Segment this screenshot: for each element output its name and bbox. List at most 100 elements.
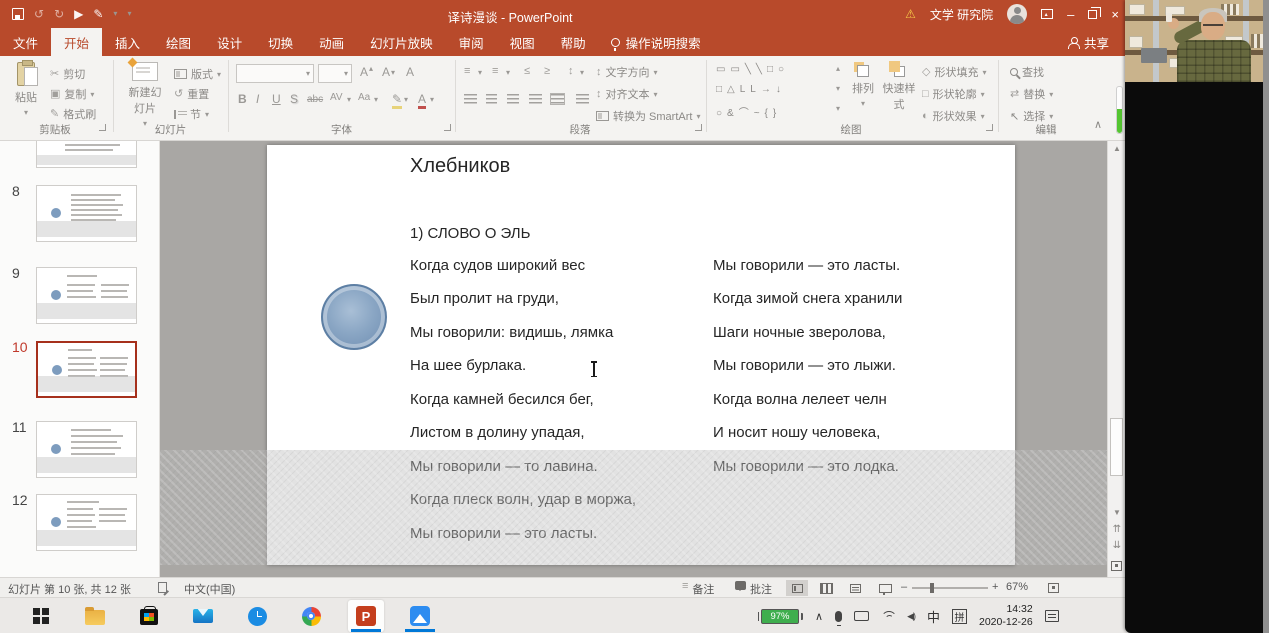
tab-review[interactable]: 审阅	[446, 28, 497, 56]
poem-line[interactable]: Шаги ночные зверолова,	[713, 324, 886, 341]
battery-indicator[interactable]: 97%	[752, 608, 803, 624]
speaker-icon[interactable]: ◀)	[907, 611, 916, 622]
slide-thumbnail-8[interactable]	[36, 185, 137, 242]
highlight-button[interactable]: ✎	[392, 92, 403, 109]
share-button[interactable]: 共享	[1067, 28, 1109, 56]
text-shadow-button[interactable]: S	[290, 92, 298, 106]
file-explorer-button[interactable]	[82, 603, 108, 629]
pen-tablet-icon[interactable]	[854, 611, 870, 621]
find-button[interactable]: 查找	[1010, 64, 1044, 80]
arrange-button[interactable]: 排列 ▾	[848, 60, 878, 108]
overlay-scrollbar[interactable]	[1116, 86, 1123, 134]
language-indicator[interactable]: 中文(中国)	[184, 581, 235, 597]
next-slide-icon[interactable]: ⇊	[1108, 541, 1126, 551]
scrollbar-thumb[interactable]	[1110, 418, 1123, 476]
poem-line[interactable]: И носит ношу человека,	[713, 424, 880, 441]
tab-help[interactable]: 帮助	[548, 28, 599, 56]
poem-line[interactable]: Был пролит на груди,	[410, 290, 559, 307]
avatar[interactable]	[1007, 4, 1028, 24]
slide-thumbnail-12[interactable]	[36, 494, 137, 551]
ribbon-display-options-icon[interactable]	[1041, 9, 1054, 19]
numbering-icon[interactable]: ≡	[492, 66, 498, 77]
slide-thumbnail-11[interactable]	[36, 421, 137, 478]
redo-icon[interactable]: ↻	[54, 8, 64, 20]
copy-button[interactable]: ▣ 复制 ▾	[50, 86, 94, 102]
shrink-font-button[interactable]: A	[382, 65, 390, 79]
tab-slideshow[interactable]: 幻灯片放映	[357, 28, 446, 56]
poem-line[interactable]: Листом в долину упадая,	[410, 424, 585, 441]
meeting-app-button[interactable]	[407, 603, 433, 629]
collapse-ribbon-icon[interactable]: ∧	[1094, 118, 1102, 131]
ime-language-indicator[interactable]: 中	[927, 607, 940, 626]
change-case-button[interactable]: Aa	[358, 92, 370, 103]
zoom-level[interactable]: 67%	[1006, 581, 1028, 593]
start-slideshow-icon[interactable]: ▶	[74, 8, 83, 20]
decrease-indent-icon[interactable]: ≤	[524, 66, 530, 77]
start-button[interactable]	[28, 603, 54, 629]
text-direction-button[interactable]: ↕ 文字方向 ▾	[596, 64, 658, 80]
comments-button[interactable]: 批注	[735, 581, 772, 597]
justify-icon[interactable]	[529, 94, 542, 104]
cut-button[interactable]: ✂ 剪切	[50, 66, 85, 82]
warning-icon[interactable]: ⚠	[905, 7, 916, 21]
poem-line[interactable]: Мы говорили: видишь, лямка	[410, 324, 613, 341]
shape-gallery-row2[interactable]: □△LL→↓	[716, 84, 786, 95]
tab-insert[interactable]: 插入	[102, 28, 153, 56]
increase-indent-icon[interactable]: ≥	[544, 66, 550, 77]
previous-slide-icon[interactable]: ⇈	[1108, 525, 1126, 535]
new-slide-button[interactable]: 新建幻灯片 ▾	[122, 62, 168, 128]
shape-outline-button[interactable]: □ 形状轮廓 ▾	[922, 86, 985, 102]
notes-button[interactable]: ≡ 备注	[682, 581, 714, 597]
pen-dropdown-icon[interactable]: ▾	[113, 10, 117, 18]
quick-styles-button[interactable]: 快速样式	[882, 60, 916, 112]
view-slideshow-button[interactable]	[873, 580, 895, 596]
poem-heading[interactable]: 1) СЛОВО О ЭЛЬ	[410, 225, 531, 242]
strikethrough-button[interactable]: abc	[307, 94, 323, 105]
bold-button[interactable]: B	[238, 92, 247, 106]
tab-view[interactable]: 视图	[497, 28, 548, 56]
microphone-icon[interactable]	[835, 610, 843, 626]
slide-counter[interactable]: 幻灯片 第 10 张, 共 12 张	[8, 581, 131, 597]
poem-line[interactable]: Когда зимой снега хранили	[713, 290, 902, 307]
minimize-button[interactable]: –	[1067, 8, 1074, 21]
font-dialog-launcher-icon[interactable]	[444, 124, 451, 131]
paragraph-dialog-launcher-icon[interactable]	[695, 124, 702, 131]
clipboard-dialog-launcher-icon[interactable]	[99, 124, 106, 131]
shape-gallery-row3[interactable]: ○&⌒~{}	[716, 104, 781, 119]
align-center-icon[interactable]	[486, 94, 497, 104]
shape-gallery-up-icon[interactable]: ▴	[836, 64, 840, 73]
proofing-icon[interactable]	[158, 582, 167, 593]
add-remove-columns-icon[interactable]	[576, 94, 589, 104]
align-text-button[interactable]: ↕ 对齐文本 ▾	[596, 86, 658, 102]
paste-button[interactable]: 粘贴 ▾	[8, 60, 44, 117]
view-slide-sorter-button[interactable]	[815, 580, 837, 596]
tab-design[interactable]: 设计	[204, 28, 255, 56]
qat-customize-icon[interactable]: ▾	[127, 10, 131, 18]
zoom-out-button[interactable]: –	[901, 581, 907, 593]
powerpoint-button[interactable]: P	[353, 603, 379, 629]
line-spacing-icon[interactable]: ↕	[568, 66, 574, 77]
restore-button[interactable]	[1088, 6, 1102, 19]
align-left-icon[interactable]	[464, 94, 477, 104]
tab-home[interactable]: 开始	[51, 28, 103, 56]
tell-me-search[interactable]: 操作说明搜索	[599, 28, 713, 56]
fit-to-window-icon[interactable]	[1048, 583, 1060, 593]
poem-line[interactable]: Когда камней бесился бег,	[410, 391, 594, 408]
underline-button[interactable]: U	[272, 92, 281, 106]
mail-button[interactable]	[190, 603, 216, 629]
clear-formatting-button[interactable]: A	[406, 65, 414, 79]
tab-transitions[interactable]: 切换	[255, 28, 306, 56]
webcam-overlay[interactable]	[1125, 0, 1269, 633]
tab-file[interactable]: 文件	[0, 28, 51, 56]
poem-line[interactable]: Мы говорили — это лыжи.	[713, 357, 896, 374]
action-center-icon[interactable]	[1044, 610, 1059, 622]
save-icon[interactable]	[12, 8, 24, 20]
poem-line[interactable]: Мы говорили — это ласты.	[713, 257, 900, 274]
layout-button[interactable]: 版式 ▾	[174, 66, 221, 82]
ime-mode-indicator[interactable]: 拼	[952, 608, 967, 624]
account-name[interactable]: 文学 研究院	[930, 6, 993, 23]
replace-button[interactable]: ⇄ 替换 ▾	[1010, 86, 1053, 102]
browser-button[interactable]	[298, 603, 324, 629]
tray-expand-icon[interactable]: ∧	[815, 610, 823, 623]
tab-draw[interactable]: 绘图	[153, 28, 204, 56]
